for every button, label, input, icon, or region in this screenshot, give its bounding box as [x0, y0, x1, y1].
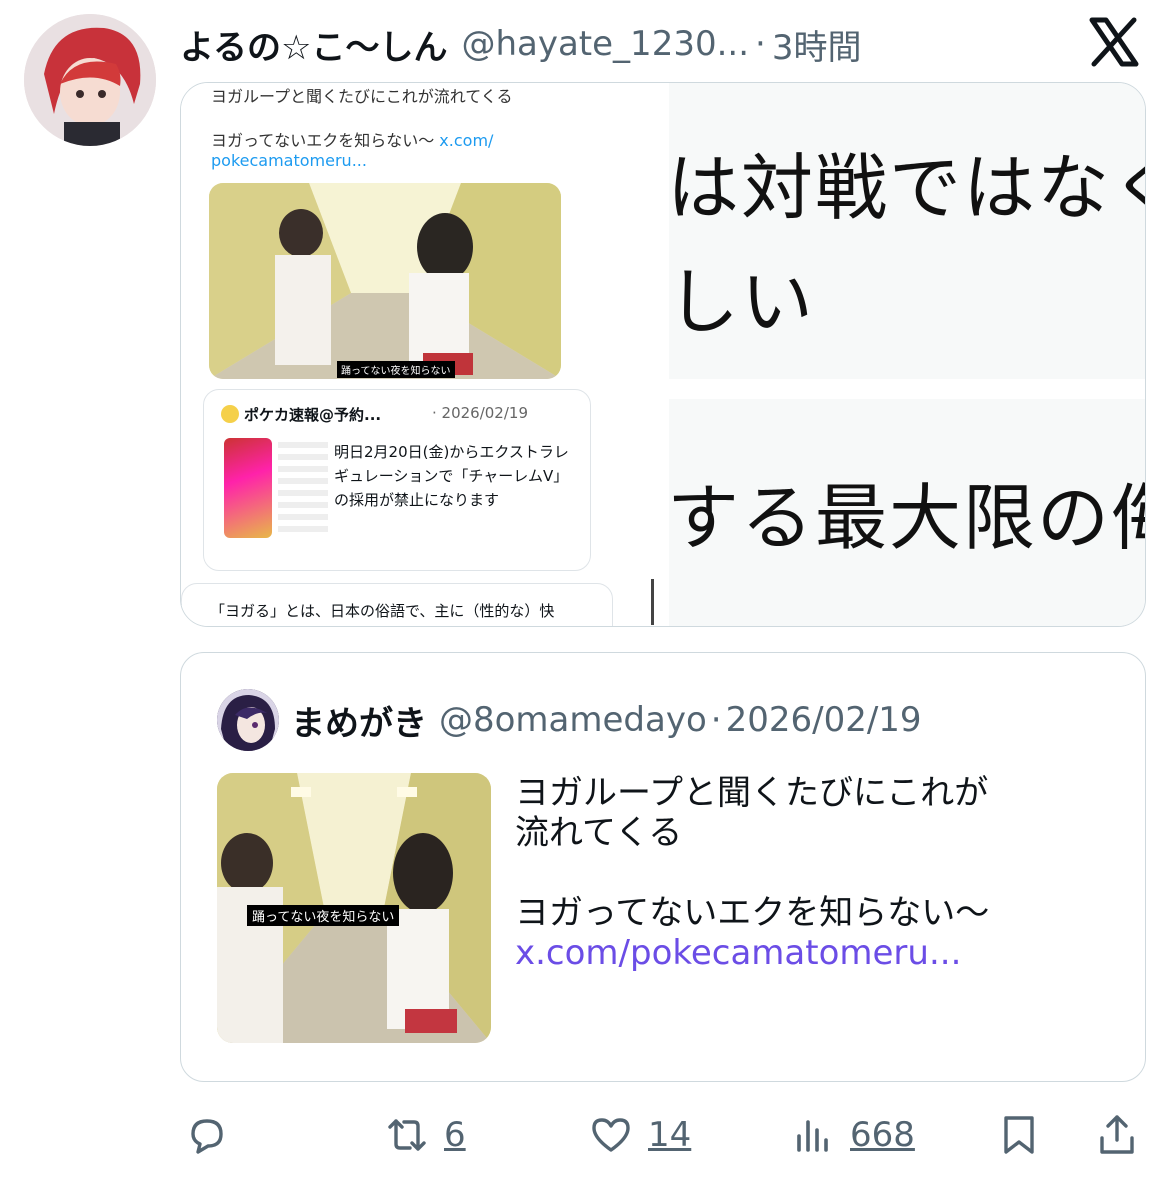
- scrollbar: [651, 579, 654, 625]
- timestamp[interactable]: 3時間: [772, 20, 862, 69]
- card-text: 明日2月20日(金)からエクストラレギュレーションで「チャーレムV」の採用が禁止…: [334, 443, 569, 509]
- views-button[interactable]: 668: [790, 1100, 915, 1170]
- media-image-right[interactable]: は対戦ではなく しい する最大限の侮: [669, 83, 1145, 626]
- share-button[interactable]: [1094, 1100, 1140, 1170]
- views-icon: [797, 1120, 828, 1152]
- retweet-count: 6: [444, 1115, 466, 1155]
- card-avatar-icon: [221, 405, 239, 423]
- bookmark-icon: [1004, 1116, 1034, 1154]
- quoted-user-handle: @8omamedayo: [439, 700, 707, 740]
- like-count: 14: [648, 1115, 692, 1155]
- quoted-author-avatar: [217, 689, 279, 751]
- video-caption: 踊ってない夜を知らない: [337, 361, 455, 378]
- embedded-text-line: する最大限の侮: [669, 476, 1145, 560]
- quoted-tweet-text: ヨガループと聞くたびにこれが 流れてくる ヨガってないエクを知らない〜 x.co…: [515, 773, 989, 973]
- display-name[interactable]: よるの☆こ〜しん: [180, 20, 447, 69]
- embedded-quote-card: ポケカ速報@予約... · 2026/02/19 明日2月20日(金)からエクス…: [203, 389, 591, 571]
- quoted-date: 2026/02/19: [725, 700, 922, 740]
- separator: ·: [755, 24, 766, 64]
- card-author: ポケカ速報@予約...: [244, 406, 382, 424]
- card-thumbnail: [224, 438, 272, 538]
- action-bar: 6 14 668: [0, 1100, 1172, 1170]
- embedded-video-thumbnail: [209, 183, 561, 379]
- embedded-text-line: は対戦ではなく: [669, 146, 1145, 230]
- embedded-text-line: ヨガってないエクを知らない〜 x.com/: [211, 127, 493, 151]
- heart-icon: [592, 1118, 630, 1152]
- share-icon: [1100, 1115, 1134, 1154]
- embedded-link: x.com/: [439, 131, 494, 150]
- views-count: 668: [850, 1115, 915, 1155]
- quoted-link[interactable]: x.com/pokecamatomeru...: [515, 933, 989, 973]
- quoted-display-name: まめがき: [291, 703, 427, 744]
- embedded-text-line: ヨガループと聞くたびにこれが流れてくる: [211, 87, 513, 106]
- video-caption: 踊ってない夜を知らない: [247, 905, 400, 926]
- retweet-icon: [388, 1119, 426, 1151]
- media-image-left[interactable]: ヨガループと聞くたびにこれが流れてくる ヨガってないエクを知らない〜 x.com…: [181, 83, 655, 626]
- quoted-text-line: 流れてくる: [515, 813, 683, 853]
- user-handle[interactable]: @hayate_1230...: [461, 24, 749, 64]
- media-divider: [655, 83, 669, 626]
- embedded-text: ヨガってないエクを知らない〜: [211, 131, 435, 150]
- tweet-header: よるの☆こ〜しん @hayate_1230... · 3時間: [180, 14, 861, 74]
- quoted-tweet[interactable]: まめがき @8omamedayo · 2026/02/19 踊ってない夜を知らな…: [180, 652, 1146, 1082]
- like-button[interactable]: 14: [588, 1100, 691, 1170]
- embedded-bottom-card: 「ヨガる」とは、日本の俗語で、主に（性的な）快: [181, 583, 613, 626]
- retweet-button[interactable]: 6: [384, 1100, 466, 1170]
- embedded-text-line: しい: [669, 260, 816, 344]
- x-logo-icon[interactable]: [1084, 12, 1144, 72]
- bottom-card-text: 「ヨガる」とは、日本の俗語で、主に（性的な）快: [210, 602, 555, 620]
- quoted-text-line: ヨガループと聞くたびにこれが: [515, 773, 989, 813]
- card-thumbnail: [278, 442, 328, 536]
- author-avatar[interactable]: [24, 14, 156, 146]
- card-date: · 2026/02/19: [432, 404, 528, 422]
- image-separator: [669, 379, 1145, 399]
- reply-button[interactable]: [184, 1100, 230, 1170]
- bookmark-button[interactable]: [996, 1100, 1042, 1170]
- separator: ·: [710, 700, 722, 740]
- tweet-media[interactable]: ヨガループと聞くたびにこれが流れてくる ヨガってないエクを知らない〜 x.com…: [180, 82, 1146, 627]
- quoted-text-line: ヨガってないエクを知らない〜: [515, 893, 990, 933]
- quoted-tweet-header: まめがき @8omamedayo · 2026/02/19: [217, 675, 922, 765]
- embedded-link: pokecamatomeru...: [211, 151, 367, 170]
- reply-icon: [191, 1119, 223, 1154]
